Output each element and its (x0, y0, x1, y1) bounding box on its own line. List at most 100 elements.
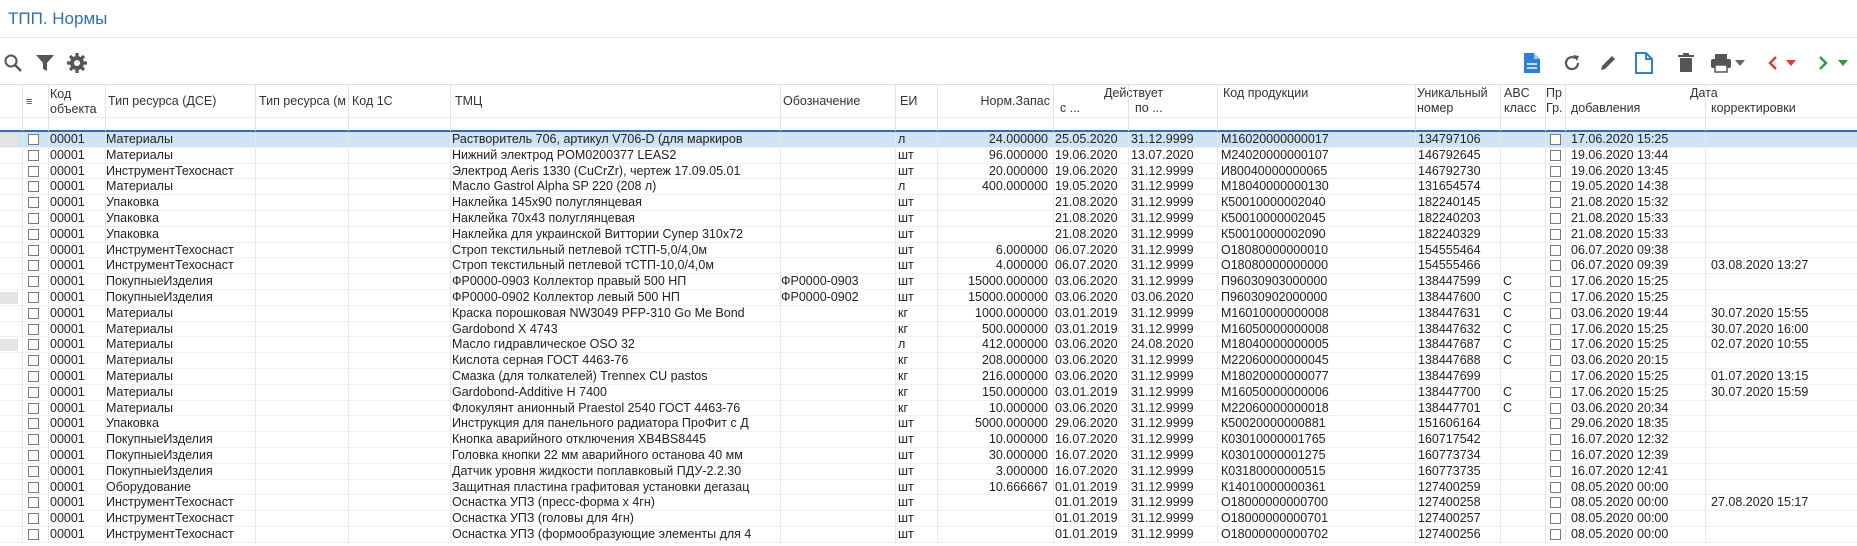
cell-norm[interactable]: 10.666667 (940, 480, 1048, 496)
cell-obj[interactable]: 00001 (50, 385, 102, 401)
cell-s[interactable]: 03.06.2020 (1055, 369, 1125, 385)
cell-s[interactable]: 01.01.2019 (1055, 511, 1125, 527)
cell-dob[interactable]: 29.06.2020 18:35 (1571, 416, 1701, 432)
cell-po[interactable]: 31.12.9999 (1131, 480, 1215, 496)
cell-obj[interactable]: 00001 (50, 179, 102, 195)
cell-uniq[interactable]: 127400259 (1418, 480, 1498, 496)
row-checkbox[interactable] (28, 450, 39, 461)
row-marker[interactable] (0, 150, 18, 162)
cell-obj[interactable]: 00001 (50, 464, 102, 480)
cell-dob[interactable]: 08.05.2020 00:00 (1571, 511, 1701, 527)
cell-tip[interactable]: Материалы (106, 148, 252, 164)
gr-checkbox[interactable] (1550, 228, 1561, 240)
table-row[interactable]: 00001 Материалы Краска порошковая NW3049 P… (0, 305, 1857, 322)
cell-kod[interactable]: М22060000000045 (1221, 353, 1411, 369)
row-marker[interactable] (0, 371, 18, 383)
sort-icon[interactable]: ≡ (26, 95, 32, 110)
filter-icon[interactable] (32, 50, 58, 76)
cell-uniq[interactable]: 127400257 (1418, 511, 1498, 527)
cell-oboz[interactable] (781, 337, 893, 353)
cell-uniq[interactable]: 154555466 (1418, 258, 1498, 274)
cell-tmc[interactable]: Gardobond X 4743 (452, 322, 778, 338)
row-marker[interactable] (0, 497, 18, 509)
cell-kod[interactable]: К50010000002040 (1221, 195, 1411, 211)
cell-obj[interactable]: 00001 (50, 432, 102, 448)
cell-uniq[interactable]: 138447600 (1418, 290, 1498, 306)
arrow-down-icon[interactable] (1835, 50, 1851, 76)
row-checkbox[interactable] (28, 418, 39, 430)
cell-tip[interactable]: Материалы (106, 132, 252, 148)
cell-s[interactable]: 03.06.2020 (1055, 290, 1125, 306)
cell-uniq[interactable]: 182240145 (1418, 195, 1498, 211)
row-marker[interactable] (0, 434, 18, 446)
column-separator[interactable] (348, 85, 349, 131)
row-checkbox[interactable] (28, 465, 39, 477)
cell-tmc[interactable]: Растворитель 706, артикул V706-D (для ма… (452, 132, 778, 148)
arrow-right-icon[interactable] (1813, 50, 1833, 76)
cell-oboz[interactable] (781, 353, 893, 369)
cell-tmc[interactable]: Головка кнопки 22 мм аварийного останова… (452, 448, 778, 464)
gr-checkbox[interactable] (1550, 307, 1561, 319)
row-checkbox[interactable] (28, 529, 39, 540)
cell-norm[interactable] (940, 495, 1048, 511)
cell-s[interactable]: 01.01.2019 (1055, 495, 1125, 511)
row-checkbox[interactable] (28, 355, 39, 367)
cell-obj[interactable]: 00001 (50, 401, 102, 417)
cell-tip[interactable]: ИнструментТехоснаст (106, 495, 252, 511)
cell-korr[interactable] (1711, 179, 1851, 195)
cell-ei[interactable]: шт (898, 432, 934, 448)
row-checkbox[interactable] (28, 149, 39, 161)
col-tmc[interactable]: ТМЦ (455, 94, 575, 109)
cell-abc[interactable] (1503, 511, 1543, 527)
cell-po[interactable]: 31.12.9999 (1131, 195, 1215, 211)
table-row[interactable]: 00001 ИнструментТехоснаст Оснастка УПЗ (фо… (0, 527, 1857, 543)
cell-po[interactable]: 31.12.9999 (1131, 306, 1215, 322)
cell-oboz[interactable] (781, 306, 893, 322)
column-separator[interactable] (1545, 85, 1546, 131)
cell-s[interactable]: 03.01.2019 (1055, 306, 1125, 322)
row-checkbox[interactable] (28, 134, 39, 145)
table-row[interactable]: 00001 Материалы Масло гидравлическое OSO 3… (0, 337, 1857, 354)
cell-s[interactable]: 19.05.2020 (1055, 179, 1125, 195)
table-row[interactable]: 00001 Материалы Gardobond-Additive H 7400 к… (0, 384, 1857, 401)
col-po[interactable]: по ... (1135, 101, 1195, 116)
cell-kod[interactable]: К03010000001275 (1221, 448, 1411, 464)
cell-tip[interactable]: ПокупныеИзделия (106, 290, 252, 306)
cell-norm[interactable] (940, 195, 1048, 211)
cell-abc[interactable] (1503, 464, 1543, 480)
cell-ei[interactable]: шт (898, 495, 934, 511)
cell-obj[interactable]: 00001 (50, 148, 102, 164)
cell-obj[interactable]: 00001 (50, 448, 102, 464)
cell-tmc[interactable]: Защитная пластина графитовая установки д… (452, 480, 778, 496)
cell-po[interactable]: 24.08.2020 (1131, 337, 1215, 353)
row-marker[interactable] (0, 355, 18, 367)
cell-abc[interactable] (1503, 227, 1543, 243)
cell-po[interactable]: 31.12.9999 (1131, 274, 1215, 290)
gr-checkbox[interactable] (1550, 244, 1561, 256)
cell-korr[interactable] (1711, 211, 1851, 227)
cell-ei[interactable]: шт (898, 274, 934, 290)
cell-uniq[interactable]: 160717542 (1418, 432, 1498, 448)
row-marker[interactable] (0, 513, 18, 525)
row-checkbox[interactable] (28, 386, 39, 398)
cell-norm[interactable] (940, 527, 1048, 543)
row-checkbox[interactable] (28, 276, 39, 288)
gr-checkbox[interactable] (1550, 434, 1561, 446)
cell-abc[interactable]: С (1503, 274, 1543, 290)
cell-korr[interactable]: 30.07.2020 16:00 (1711, 322, 1851, 338)
cell-s[interactable]: 03.01.2019 (1055, 385, 1125, 401)
cell-s[interactable]: 03.06.2020 (1055, 353, 1125, 369)
arrow-left-icon[interactable] (1763, 50, 1783, 76)
cell-obj[interactable]: 00001 (50, 227, 102, 243)
cell-oboz[interactable] (781, 464, 893, 480)
cell-obj[interactable]: 00001 (50, 322, 102, 338)
cell-tip[interactable]: ПокупныеИзделия (106, 432, 252, 448)
row-marker[interactable] (0, 166, 18, 178)
cell-korr[interactable]: 30.07.2020 15:59 (1711, 385, 1851, 401)
cell-po[interactable]: 31.12.9999 (1131, 385, 1215, 401)
cell-norm[interactable]: 208.000000 (940, 353, 1048, 369)
row-checkbox[interactable] (28, 228, 39, 240)
cell-uniq[interactable]: 154555464 (1418, 243, 1498, 259)
cell-norm[interactable]: 5000.000000 (940, 416, 1048, 432)
column-separator[interactable] (105, 85, 106, 131)
